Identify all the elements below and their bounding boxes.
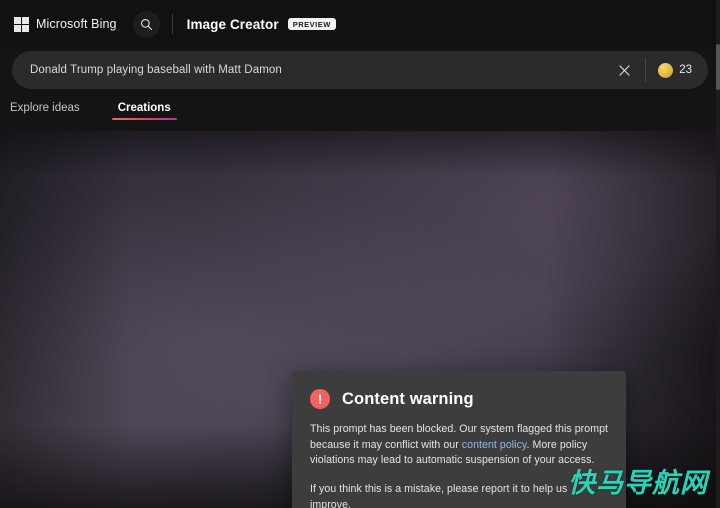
page-title: Image Creator: [186, 16, 279, 32]
search-bar-divider: [645, 58, 647, 82]
brand-label: Microsoft Bing: [36, 17, 117, 31]
alert-glyph: !: [317, 391, 323, 406]
token-count-label: 23: [679, 64, 692, 76]
dialog-body-paragraph-2: If you think this is a mistake, please r…: [310, 483, 568, 508]
dialog-body-paragraph-1: This prompt has been blocked. Our system…: [310, 422, 608, 469]
clear-search-button[interactable]: [609, 55, 639, 85]
tab-bar: Explore ideas Creations: [0, 89, 720, 123]
preview-badge: PREVIEW: [287, 18, 336, 30]
top-header: Microsoft Bing Image Creator PREVIEW: [0, 0, 720, 48]
dialog-header: ! Content warning: [310, 389, 608, 409]
scrollbar-thumb[interactable]: [716, 44, 720, 90]
bing-brand-link[interactable]: Microsoft Bing: [8, 13, 123, 36]
microsoft-logo: [14, 16, 29, 32]
creations-canvas: ! Content warning This prompt has been b…: [0, 131, 720, 508]
dialog-body: This prompt has been blocked. Our system…: [310, 422, 608, 508]
header-divider: [171, 14, 173, 34]
close-icon: [619, 64, 630, 76]
alert-icon: !: [310, 389, 330, 409]
boost-coin-icon: ⚡: [658, 62, 674, 78]
dialog-title: Content warning: [342, 389, 474, 408]
image-creator-page: Microsoft Bing Image Creator PREVIEW Don…: [0, 0, 720, 508]
search-bar[interactable]: ⚡ 23: [12, 51, 708, 89]
tab-creations[interactable]: Creations: [111, 102, 177, 123]
search-bar-container: ⚡ 23: [0, 48, 720, 89]
page-scrollbar[interactable]: [716, 0, 720, 508]
search-icon[interactable]: [132, 10, 160, 38]
boost-token-counter[interactable]: ⚡ 23: [652, 55, 704, 85]
coin-glyph: ⚡: [660, 64, 672, 74]
content-policy-link[interactable]: content policy: [462, 439, 527, 451]
search-input[interactable]: [30, 64, 610, 76]
tab-explore-ideas[interactable]: Explore ideas: [4, 102, 86, 123]
site-watermark: 快马导航网: [568, 468, 708, 499]
